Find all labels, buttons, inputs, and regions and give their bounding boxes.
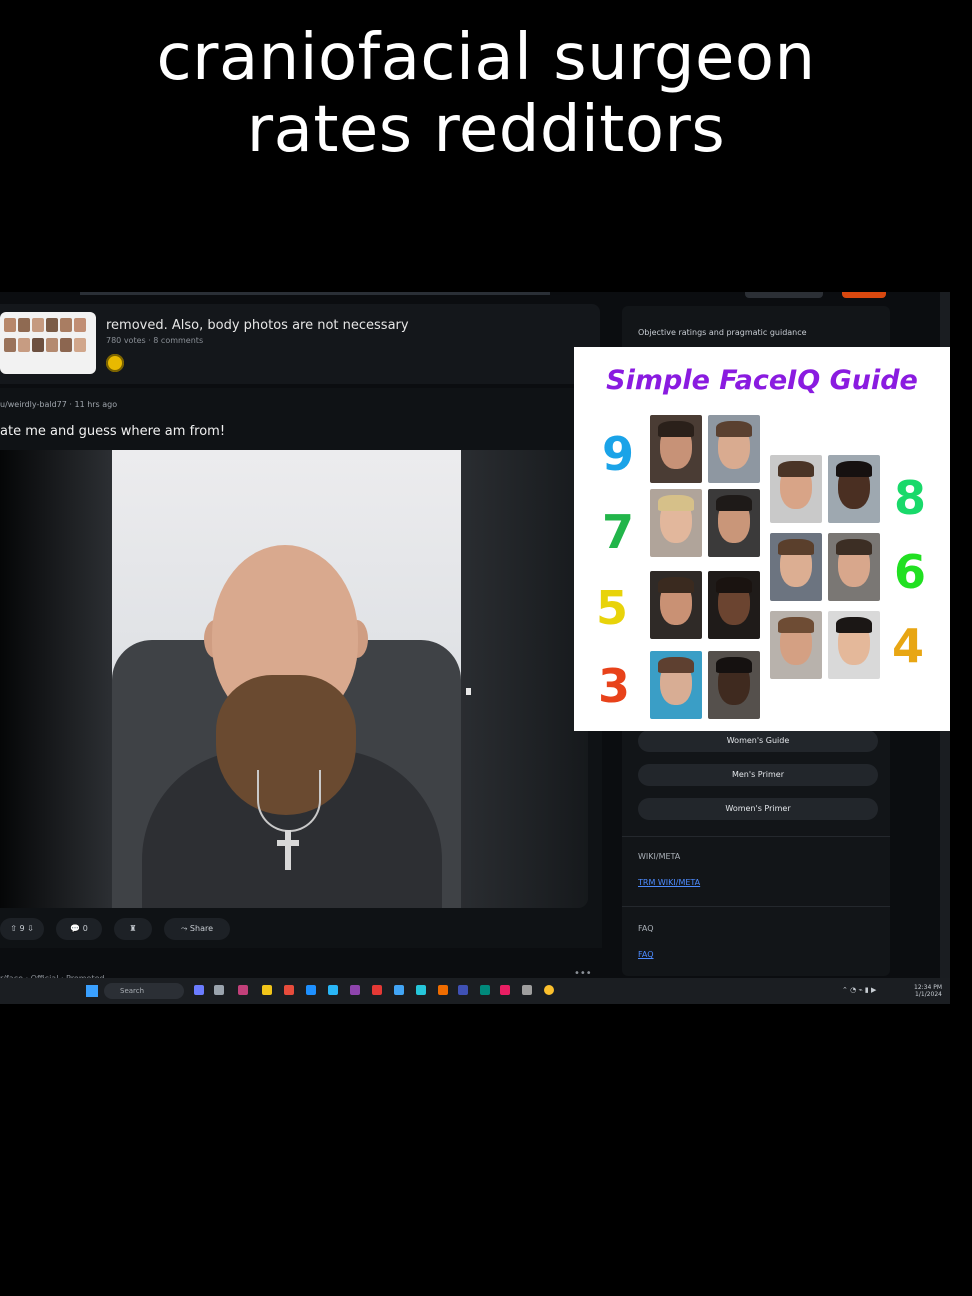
app-icon[interactable] (328, 985, 338, 995)
app-icon[interactable] (194, 985, 204, 995)
comment-count: 0 (82, 924, 88, 933)
app-icon[interactable] (214, 985, 224, 995)
feed: removed. Also, body photos are not neces… (0, 298, 602, 983)
clock-time: 12:34 PM (914, 984, 942, 991)
previous-post-meta: 780 votes · 8 comments (106, 336, 204, 345)
share-button[interactable]: ⤳ Share (164, 918, 230, 940)
post-author[interactable]: u/weirdly-bald77 · 11 hrs ago (0, 400, 117, 409)
app-icon[interactable] (480, 985, 490, 995)
vote-button[interactable]: ⇧ 9 ⇩ (0, 918, 44, 940)
clock-date: 1/1/2024 (915, 991, 942, 998)
award-button[interactable]: ♜ (114, 918, 152, 940)
rating-4: 4 (892, 619, 925, 673)
face-thumbnail (650, 415, 702, 483)
post-photo[interactable] (112, 450, 461, 908)
rating-7: 7 (602, 505, 635, 559)
mouse-cursor (466, 688, 471, 695)
sidebar-divider (622, 906, 890, 907)
photo-chain (257, 770, 321, 832)
taskbar-clock[interactable]: 12:34 PM 1/1/2024 (914, 984, 942, 998)
app-icon[interactable] (438, 985, 448, 995)
app-icon[interactable] (350, 985, 360, 995)
app-icon[interactable] (372, 985, 382, 995)
sidebar-divider (622, 836, 890, 837)
wiki-link[interactable]: TRM WIKI/META (638, 878, 700, 887)
previous-post-title[interactable]: removed. Also, body photos are not neces… (106, 318, 409, 333)
caption-line-1: craniofacial surgeon (156, 21, 816, 95)
post-media[interactable] (0, 450, 588, 908)
app-icon[interactable] (262, 985, 272, 995)
face-thumbnail (770, 533, 822, 601)
app-icon[interactable] (500, 985, 510, 995)
app-icon[interactable] (284, 985, 294, 995)
rating-9: 9 (602, 427, 635, 481)
video-caption: craniofacial surgeon rates redditors (0, 22, 972, 166)
post-actions: ⇧ 9 ⇩ 💬 0 ♜ ⤳ Share (0, 918, 602, 942)
windows-taskbar: Search ⌃ ◔ ⌁ ▮ ▶ 12:34 PM 1/1/2024 (0, 978, 950, 1004)
top-bar (80, 292, 550, 295)
comments-button[interactable]: 💬 0 (56, 918, 102, 940)
start-icon[interactable] (86, 985, 98, 997)
rating-3: 3 (598, 659, 631, 713)
face-thumbnail (708, 415, 760, 483)
face-thumbnail (708, 571, 760, 639)
sidebar-heading: Objective ratings and pragmatic guidance (638, 328, 807, 337)
caption-line-2: rates redditors (246, 93, 726, 167)
taskbar-search[interactable]: Search (104, 983, 184, 999)
face-thumbnail (828, 533, 880, 601)
face-thumbnail (828, 455, 880, 523)
wiki-label: WIKI/META (638, 852, 681, 861)
award-icon (106, 354, 124, 372)
previous-post-card[interactable]: removed. Also, body photos are not neces… (0, 304, 600, 384)
face-thumbnail (770, 455, 822, 523)
rating-5: 5 (596, 581, 629, 635)
top-bar-accent-button[interactable] (842, 292, 886, 298)
sidebar-button-mens-primer[interactable]: Men's Primer (638, 764, 878, 786)
sidebar-button-womens-primer[interactable]: Women's Primer (638, 798, 878, 820)
app-icon[interactable] (522, 985, 532, 995)
photo-cross-pendant (277, 830, 299, 870)
app-icon[interactable] (238, 985, 248, 995)
rating-6: 6 (894, 545, 927, 599)
faceiq-guide-overlay: Simple FaceIQ Guide 9 7 5 3 8 6 4 (574, 347, 950, 731)
post-thumbnail[interactable] (0, 312, 96, 374)
rating-8: 8 (894, 471, 927, 525)
guide-title: Simple FaceIQ Guide (606, 365, 918, 396)
face-thumbnail (708, 489, 760, 557)
top-bar-button[interactable] (745, 292, 823, 298)
face-thumbnail (650, 651, 702, 719)
media-blur-right (461, 450, 588, 908)
app-icon[interactable] (394, 985, 404, 995)
media-blur-left (0, 450, 112, 908)
app-icon[interactable] (306, 985, 316, 995)
system-tray-icons[interactable]: ⌃ ◔ ⌁ ▮ ▶ (842, 986, 876, 994)
face-thumbnail (650, 571, 702, 639)
app-icon[interactable] (416, 985, 426, 995)
face-thumbnail (828, 611, 880, 679)
post-card: u/weirdly-bald77 · 11 hrs ago ate me and… (0, 388, 602, 948)
vote-count: 9 (19, 924, 25, 933)
share-label: Share (189, 924, 214, 933)
face-thumbnail (650, 489, 702, 557)
faq-link[interactable]: FAQ (638, 950, 654, 959)
faq-label: FAQ (638, 924, 654, 933)
post-title[interactable]: ate me and guess where am from! (0, 424, 225, 439)
face-thumbnail (770, 611, 822, 679)
face-thumbnail (708, 651, 760, 719)
app-icon[interactable] (458, 985, 468, 995)
sidebar-button-womens-guide[interactable]: Women's Guide (638, 730, 878, 752)
chrome-icon[interactable] (544, 985, 554, 995)
